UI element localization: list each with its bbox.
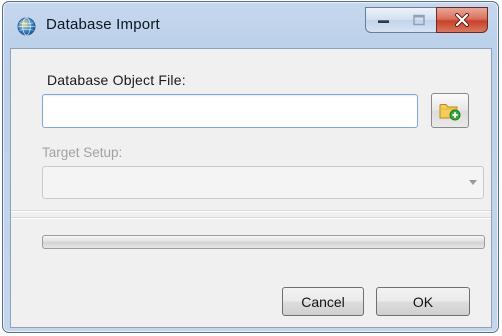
file-path-input[interactable] [42,94,418,128]
globe-icon [17,17,36,36]
close-icon [455,13,469,27]
target-setup-select[interactable] [42,166,484,199]
cancel-button[interactable]: Cancel [282,287,364,316]
file-label: Database Object File: [47,72,186,88]
close-button[interactable] [436,7,488,33]
maximize-button[interactable] [402,7,437,33]
dialog-body: Database Object File: Target Setup: Canc… [10,48,492,328]
import-progress-bar [42,235,485,249]
target-label: Target Setup: [42,145,123,160]
browse-button[interactable] [431,93,469,128]
divider [11,210,491,212]
folder-add-icon [439,103,461,120]
dialog-window: Database Import Database Object File: Ta… [2,1,499,333]
minimize-button[interactable] [365,7,403,33]
divider [11,217,491,219]
ok-button[interactable]: OK [376,287,470,316]
maximize-icon [413,14,425,26]
minimize-icon [378,20,389,23]
chevron-down-icon [469,180,477,185]
title-bar[interactable]: Database Import [3,2,498,48]
window-title: Database Import [46,16,160,33]
